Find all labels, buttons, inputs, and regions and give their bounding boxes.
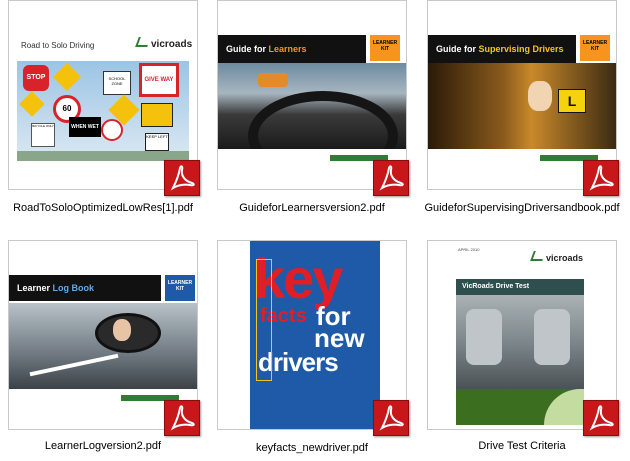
file-name[interactable]: GuideforLearnersversion2.pdf xyxy=(197,202,427,214)
file-name[interactable]: Drive Test Criteria xyxy=(407,440,630,452)
cover-date: APRIL 2010 xyxy=(458,247,480,252)
arrow-sign xyxy=(141,103,173,127)
cover-header: Learner Log Book xyxy=(9,275,161,301)
cover-header: Guide for Supervising Drivers xyxy=(428,35,576,63)
steering-wheel-photo xyxy=(218,63,406,181)
cover-footer xyxy=(456,389,584,425)
adobe-pdf-icon xyxy=(373,400,409,436)
adobe-pdf-icon xyxy=(164,400,200,436)
warning-sign xyxy=(52,62,82,92)
cover-title: Road to Solo Driving xyxy=(21,41,95,50)
mirror-photo xyxy=(9,303,197,389)
adobe-pdf-icon xyxy=(583,400,619,436)
car-interior-photo xyxy=(456,295,584,389)
pdf-cover: key facts for new drivers xyxy=(250,241,380,429)
bicycle-sign: BICYCLE ONLY xyxy=(31,123,55,147)
l-plate: L xyxy=(558,89,586,113)
night-drive-photo: L xyxy=(428,63,616,149)
learner-kit-badge: LEARNER KIT xyxy=(165,275,195,301)
school-zone-sign: SCHOOL ZONE xyxy=(103,71,131,95)
when-wet-sign: WHEN WET xyxy=(69,117,101,137)
brand-logo: vicroads xyxy=(135,37,192,50)
adobe-pdf-icon xyxy=(164,160,200,196)
file-name[interactable]: RoadToSoloOptimizedLowRes[1].pdf xyxy=(0,202,218,214)
warning-sign xyxy=(19,91,45,117)
brand-logo: vicroads xyxy=(530,251,583,263)
adobe-pdf-icon xyxy=(583,160,619,196)
no-turn-sign xyxy=(101,119,123,141)
pdf-cover: APRIL 2010 vicroads VicRoads Drive Test xyxy=(454,241,586,429)
adobe-pdf-icon xyxy=(373,160,409,196)
file-name[interactable]: GuideforSupervisingDriversandbook.pdf xyxy=(407,202,630,214)
give-way-sign: GIVE WAY xyxy=(139,63,179,97)
keep-left-sign: KEEP LEFT xyxy=(145,133,169,151)
learner-kit-badge: LEARNER KIT xyxy=(370,35,400,61)
learner-kit-badge: LEARNER KIT xyxy=(580,35,610,61)
cover-header: Guide for Learners xyxy=(218,35,366,63)
stop-sign: STOP xyxy=(23,65,49,91)
file-name[interactable]: LearnerLogversion2.pdf xyxy=(0,440,218,452)
cover-header: VicRoads Drive Test xyxy=(456,279,584,295)
road-signs-photo: STOP GIVE WAY SCHOOL ZONE 60 WHEN WET BI… xyxy=(17,61,189,161)
file-name[interactable]: keyfacts_newdriver.pdf xyxy=(197,442,427,454)
